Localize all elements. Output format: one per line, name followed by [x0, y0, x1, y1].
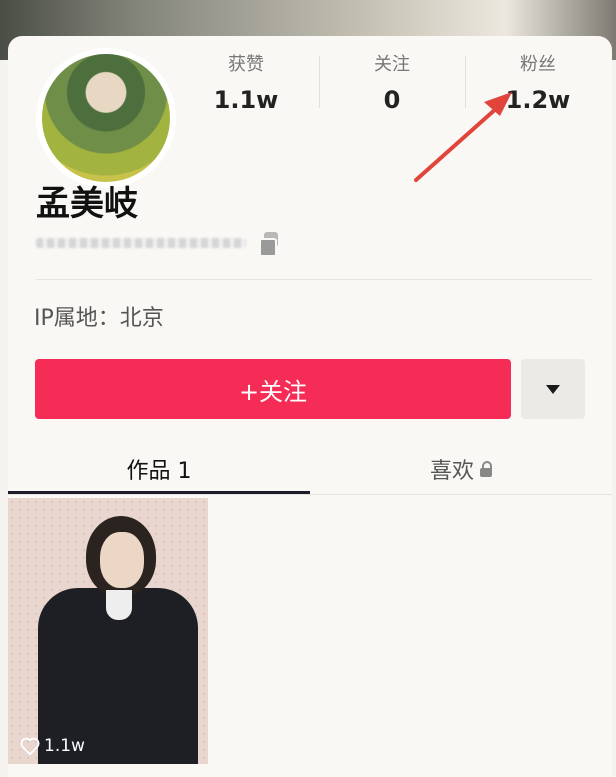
tabs-divider — [8, 494, 612, 495]
stat-likes[interactable]: 获赞 1.1w — [186, 50, 306, 114]
stat-following-label: 关注 — [374, 54, 410, 75]
thumbnail-likes-value: 1.1w — [44, 736, 85, 756]
thumbnail-like-count: 1.1w — [20, 736, 85, 756]
stat-followers-value: 1.2w — [505, 86, 571, 114]
profile-name: 孟美岐 — [36, 184, 138, 224]
stat-likes-value: 1.1w — [213, 86, 279, 114]
ip-location: IP属地：北京 — [34, 306, 164, 331]
follow-button[interactable]: +关注 — [35, 359, 511, 419]
heart-icon — [20, 737, 40, 755]
more-options-button[interactable] — [521, 359, 585, 419]
tab-likes-label: 喜欢 — [429, 459, 474, 484]
stat-following-value: 0 — [383, 86, 401, 114]
avatar[interactable] — [36, 48, 176, 188]
lock-icon — [480, 461, 492, 477]
stat-followers[interactable]: 粉丝 1.2w — [478, 50, 598, 114]
section-divider — [36, 279, 592, 280]
profile-card: 获赞 1.1w 关注 0 粉丝 1.2w 孟美岐 IP属地：北京 +关注 作品 … — [8, 36, 612, 777]
tab-works-label: 作品 1 — [126, 459, 192, 484]
stat-likes-label: 获赞 — [228, 54, 264, 75]
account-id-row — [36, 232, 280, 257]
stat-followers-label: 粉丝 — [520, 54, 556, 75]
chevron-down-icon — [546, 384, 560, 394]
account-id-redacted — [36, 238, 246, 248]
tab-likes[interactable]: 喜欢 — [310, 446, 612, 492]
stat-divider — [319, 56, 320, 108]
stat-following[interactable]: 关注 0 — [332, 50, 452, 114]
stat-divider — [465, 56, 466, 108]
copy-icon[interactable] — [258, 232, 280, 257]
video-thumbnail[interactable]: 1.1w — [8, 498, 208, 764]
avatar-image — [42, 54, 170, 182]
tab-works[interactable]: 作品 1 — [8, 446, 310, 492]
